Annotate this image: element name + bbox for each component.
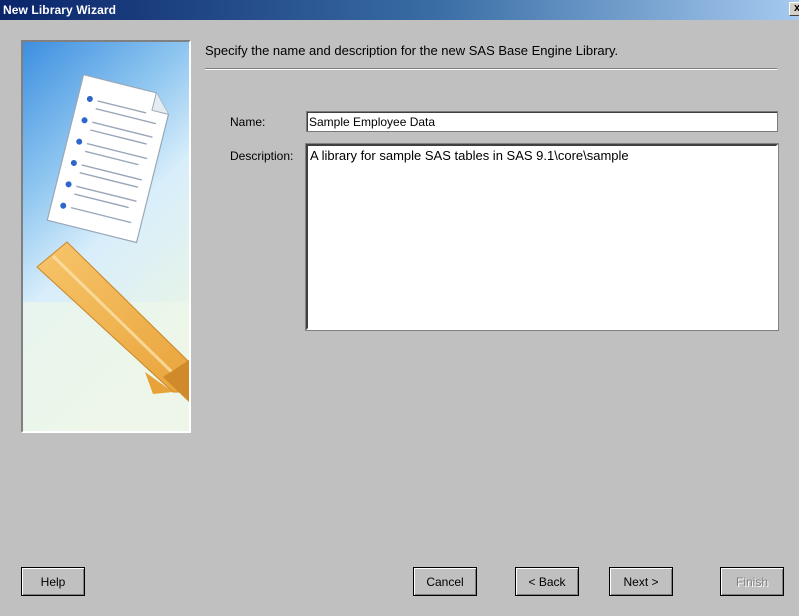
back-button[interactable]: < Back [515, 567, 579, 596]
document-and-pencil-illustration [23, 42, 189, 431]
instruction-text: Specify the name and description for the… [205, 43, 619, 58]
close-icon: x [793, 2, 799, 14]
finish-button[interactable]: Finish [720, 567, 784, 596]
close-button[interactable]: x [789, 2, 799, 16]
header-separator [205, 68, 777, 70]
wizard-illustration [21, 40, 191, 433]
window-title: New Library Wizard [3, 3, 117, 17]
name-label: Name: [230, 115, 266, 129]
cancel-button[interactable]: Cancel [413, 567, 477, 596]
description-textarea[interactable]: A library for sample SAS tables in SAS 9… [305, 143, 779, 331]
help-button[interactable]: Help [21, 567, 85, 596]
title-bar: New Library Wizard x [0, 0, 799, 20]
name-input[interactable] [306, 111, 778, 132]
description-label: Description: [230, 149, 294, 163]
next-button[interactable]: Next > [609, 567, 673, 596]
wizard-body: Specify the name and description for the… [0, 20, 799, 616]
